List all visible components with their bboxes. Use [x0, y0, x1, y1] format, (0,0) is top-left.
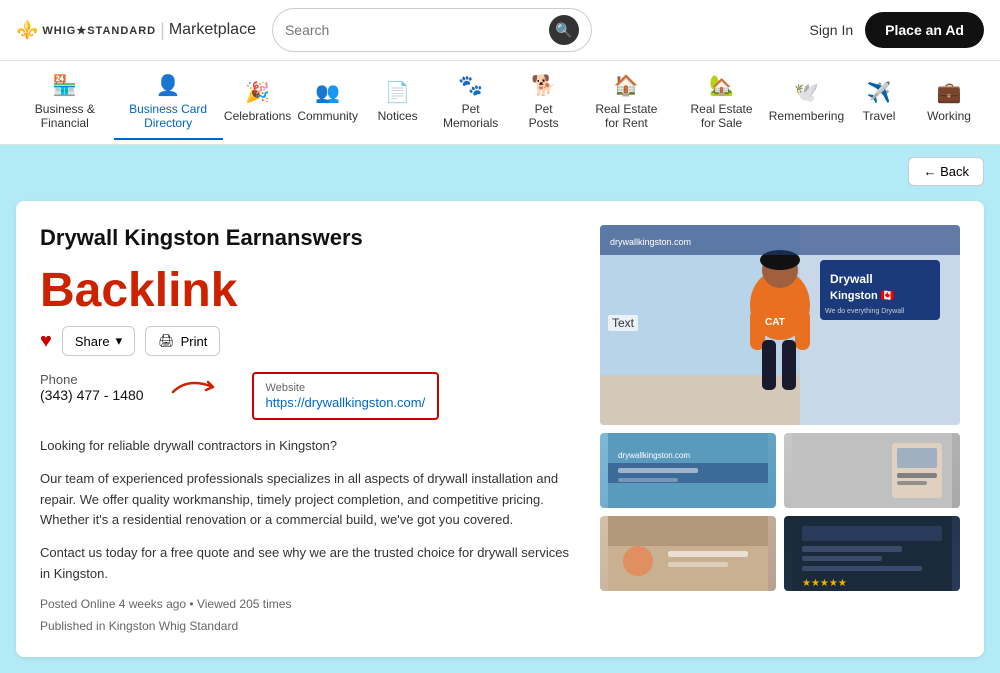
svg-text:CAT: CAT: [765, 317, 785, 328]
red-arrow-icon: [168, 372, 228, 402]
back-button[interactable]: ← Back: [908, 157, 984, 186]
logo-divider: |: [160, 20, 165, 41]
image-text-label: Text: [608, 315, 638, 331]
listing-card: Drywall Kingston Earnanswers Backlink ♥ …: [16, 201, 984, 657]
logo-area: ⚜️ WHIG★STANDARD | Marketplace: [16, 20, 256, 41]
nav-label-real-estate-sale: Real Estate for Sale: [688, 102, 755, 130]
header: ⚜️ WHIG★STANDARD | Marketplace 🔍 Sign In…: [0, 0, 1000, 61]
meta-posted: Posted Online 4 weeks ago • Viewed 205 t…: [40, 597, 576, 611]
listing-title: Drywall Kingston Earnanswers: [40, 225, 576, 251]
place-ad-button[interactable]: Place an Ad: [865, 12, 984, 48]
nav-label-travel: Travel: [863, 109, 896, 123]
svg-text:★★★★★: ★★★★★: [802, 578, 847, 589]
listing-right: CAT drywallkingston.com Drywall Kingston…: [600, 225, 960, 633]
nav-item-business[interactable]: 🏪 Business & Financial: [16, 65, 114, 140]
arrow-annotation-container: [168, 372, 228, 402]
nav-label-community: Community: [297, 109, 358, 123]
contact-section: Phone (343) 477 - 1480 Website https://d…: [40, 372, 576, 420]
thumbnail-grid: drywallkingston.com: [600, 433, 960, 591]
nav-item-notices[interactable]: 📄 Notices: [363, 72, 433, 133]
image-placeholder: CAT drywallkingston.com Drywall Kingston…: [600, 225, 960, 425]
listing-left: Drywall Kingston Earnanswers Backlink ♥ …: [40, 225, 576, 633]
pet-posts-icon: 🐕: [531, 73, 556, 98]
backlink-annotation: Backlink: [40, 263, 576, 318]
thumbnail-3[interactable]: [600, 516, 776, 591]
marketplace-label: Marketplace: [169, 21, 256, 39]
svg-text:Kingston 🇨🇦: Kingston 🇨🇦: [830, 289, 895, 302]
nav-item-pet-posts[interactable]: 🐕 Pet Posts: [509, 65, 579, 140]
share-label: Share: [75, 334, 110, 349]
business-icon: 🏪: [52, 73, 77, 98]
pet-memorials-icon: 🐾: [458, 73, 483, 98]
heart-button[interactable]: ♥: [40, 330, 52, 353]
search-input[interactable]: [285, 22, 549, 38]
main-nav: 🏪 Business & Financial 👤 Business Card D…: [0, 61, 1000, 145]
content-area: ← Back Drywall Kingston Earnanswers Back…: [0, 145, 1000, 673]
nav-label-pet-posts: Pet Posts: [523, 102, 565, 130]
chevron-down-icon: ▾: [116, 333, 123, 349]
meta-published: Published in Kingston Whig Standard: [40, 619, 576, 633]
share-button[interactable]: Share ▾: [62, 326, 135, 356]
print-button[interactable]: 🖨 Print: [145, 326, 220, 356]
notices-icon: 📄: [385, 80, 410, 105]
celebrations-icon: 🎉: [245, 80, 270, 105]
website-link[interactable]: https://drywallkingston.com/: [266, 395, 426, 410]
nav-label-business-card: Business Card Directory: [128, 102, 209, 130]
nav-item-working[interactable]: 💼 Working: [914, 72, 984, 133]
community-icon: 👥: [315, 80, 340, 105]
nav-item-remembering[interactable]: 🕊️ Remembering: [769, 72, 844, 133]
description-3: Contact us today for a free quote and se…: [40, 543, 576, 585]
nav-item-business-card[interactable]: 👤 Business Card Directory: [114, 65, 223, 140]
whig-logo-icon: ⚜️: [16, 20, 38, 41]
nav-item-pet-memorials[interactable]: 🐾 Pet Memorials: [433, 65, 509, 140]
nav-label-celebrations: Celebrations: [224, 109, 291, 123]
nav-label-notices: Notices: [378, 109, 418, 123]
description-2: Our team of experienced professionals sp…: [40, 469, 576, 531]
description-1: Looking for reliable drywall contractors…: [40, 436, 576, 457]
thumbnail-4[interactable]: ★★★★★: [784, 516, 960, 591]
nav-item-travel[interactable]: ✈️ Travel: [844, 72, 914, 133]
logo-text: WHIG★STANDARD: [42, 24, 156, 37]
phone-number: (343) 477 - 1480: [40, 387, 144, 403]
thumbnail-2[interactable]: [784, 433, 960, 508]
nav-label-real-estate-rent: Real Estate for Rent: [593, 102, 661, 130]
main-image: CAT drywallkingston.com Drywall Kingston…: [600, 225, 960, 425]
phone-label: Phone: [40, 372, 144, 387]
nav-item-community[interactable]: 👥 Community: [293, 72, 363, 133]
thumbnail-1[interactable]: drywallkingston.com: [600, 433, 776, 508]
nav-item-real-estate-rent[interactable]: 🏠 Real Estate for Rent: [579, 65, 675, 140]
actions-row: ♥ Share ▾ 🖨 Print: [40, 326, 576, 356]
remembering-icon: 🕊️: [794, 80, 819, 105]
website-block: Website https://drywallkingston.com/: [252, 372, 440, 420]
printer-icon: 🖨: [158, 333, 175, 349]
nav-label-working: Working: [927, 109, 971, 123]
header-right: Sign In Place an Ad: [810, 12, 984, 48]
nav-label-business: Business & Financial: [30, 102, 100, 130]
search-bar: 🔍: [272, 8, 592, 52]
travel-icon: ✈️: [867, 80, 892, 105]
website-label: Website: [266, 382, 426, 394]
nav-item-celebrations[interactable]: 🎉 Celebrations: [223, 72, 293, 133]
print-label: Print: [181, 334, 208, 349]
nav-item-real-estate-sale[interactable]: 🏡 Real Estate for Sale: [674, 65, 769, 140]
nav-label-pet-memorials: Pet Memorials: [443, 102, 498, 130]
phone-block: Phone (343) 477 - 1480: [40, 372, 144, 403]
svg-text:Drywall: Drywall: [830, 272, 873, 286]
svg-text:drywallkingston.com: drywallkingston.com: [618, 451, 690, 460]
sign-in-button[interactable]: Sign In: [810, 22, 854, 38]
business-card-icon: 👤: [156, 73, 181, 98]
working-icon: 💼: [937, 80, 962, 105]
real-estate-rent-icon: 🏠: [614, 73, 639, 98]
svg-text:drywallkingston.com: drywallkingston.com: [610, 237, 691, 247]
svg-text:We do everything Drywall: We do everything Drywall: [825, 308, 905, 315]
search-button[interactable]: 🔍: [549, 15, 579, 45]
main-image-svg: CAT drywallkingston.com Drywall Kingston…: [600, 225, 960, 425]
nav-label-remembering: Remembering: [769, 109, 844, 123]
real-estate-sale-icon: 🏡: [709, 73, 734, 98]
